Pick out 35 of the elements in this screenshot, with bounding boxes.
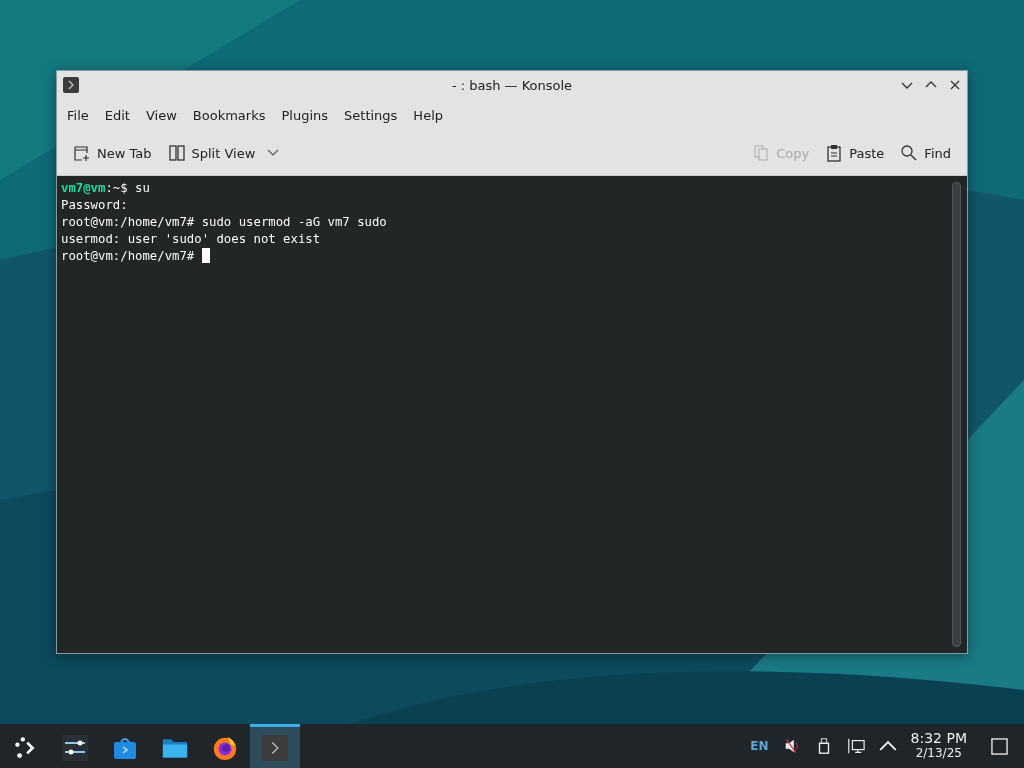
terminal-icon [262,734,288,761]
copy-icon [752,144,771,162]
menu-item[interactable]: Plugins [273,103,337,127]
clock-date[interactable]: 2/13/25 [915,746,962,761]
chevron-down-icon [267,149,280,157]
split-view-icon [167,144,186,162]
menu-item[interactable]: Settings [336,103,406,127]
terminal-line: root@vm:/home/vm7# [61,248,210,265]
menu-item[interactable]: View [137,103,185,127]
close-icon[interactable] [949,79,961,91]
clock-time[interactable]: 8:32 PM [910,731,967,746]
toolbar-button[interactable]: New Tab [65,140,160,166]
new-tab-icon [73,144,91,162]
terminal-line: Password: [61,197,128,214]
terminal-icon [63,77,79,93]
menu-item[interactable]: Bookmarks [184,103,274,127]
terminal-line: vm7@vm:~$ su [61,180,150,197]
window-title: - : bash — Konsole [451,77,573,93]
terminal-area[interactable]: vm7@vm:~$ su Password: root@vm:/home/vm7# sudo usermod -aG vm7 sudo usermod: user 'sudo' does not exist root@vm:/home/vm7# [57,176,967,653]
menu-item[interactable]: File [59,103,97,127]
keyboard-layout[interactable]: EN [750,739,769,753]
toolbar-button[interactable]: Find [892,140,959,166]
show-desktop-icon[interactable] [991,737,1008,755]
toolbar-button[interactable]: Split View [159,140,288,166]
sliders-icon [62,734,88,761]
search-icon [900,144,919,162]
terminal-line: usermod: user 'sudo' does not exist [61,231,321,248]
menu-item[interactable]: Help [405,103,451,127]
browser-icon [212,734,238,761]
scrollbar[interactable] [952,182,961,647]
toolbar-button[interactable]: Paste [817,140,893,166]
menu-item[interactable]: Edit [96,103,138,127]
terminal-line: root@vm:/home/vm7# sudo usermod -aG vm7 sudo [61,214,387,231]
network-icon[interactable] [846,737,865,755]
clipboard-icon [825,144,844,162]
